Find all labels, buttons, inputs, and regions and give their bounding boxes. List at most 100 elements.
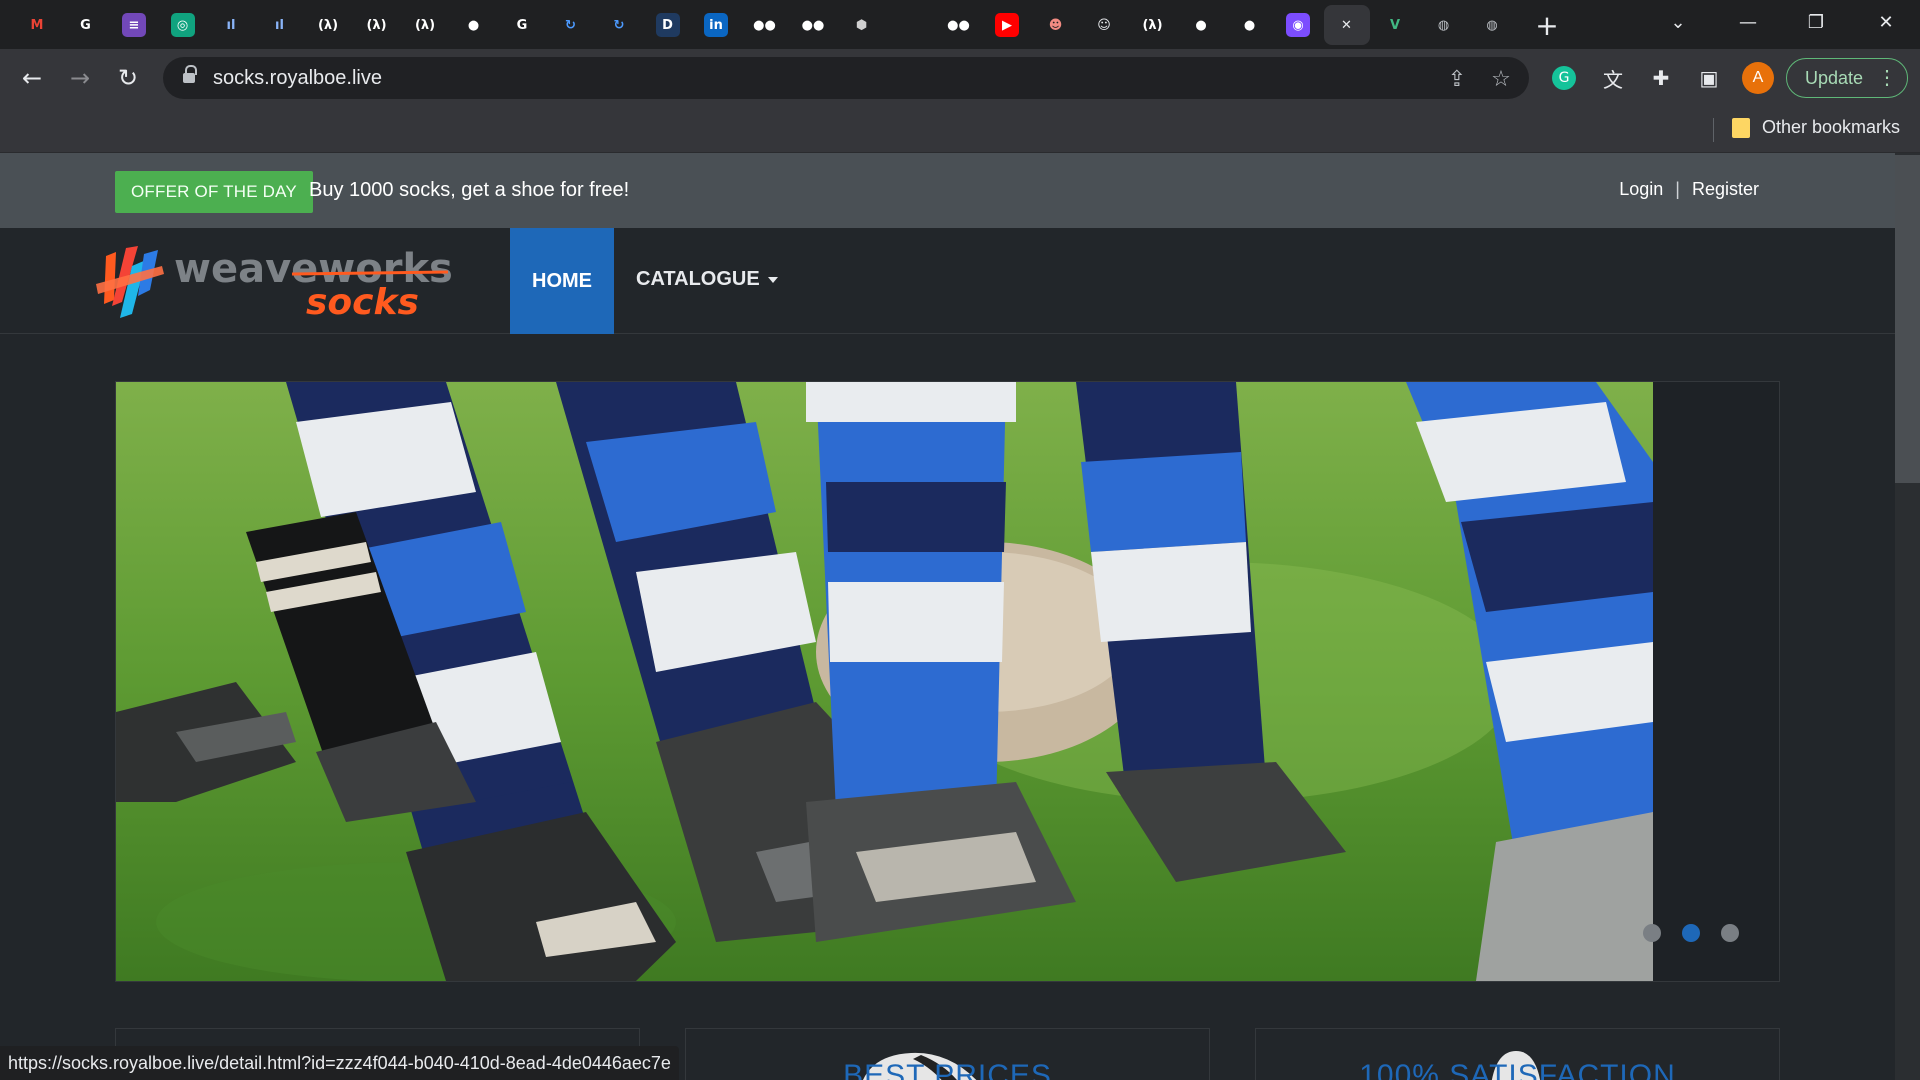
mascot-icon: ☺ <box>1097 17 1111 33</box>
linkedin-icon: in <box>704 13 728 37</box>
browser-tab[interactable]: ☺ <box>1081 5 1127 45</box>
browser-tab[interactable]: ● <box>451 5 497 45</box>
gmail-icon: M <box>30 17 44 33</box>
folder-icon <box>1732 117 1750 138</box>
login-link[interactable]: Login <box>1619 179 1663 200</box>
offer-of-the-day-badge[interactable]: OFFER OF THE DAY <box>115 171 313 213</box>
browser-tab[interactable]: D <box>645 5 691 45</box>
browser-toolbar: ← → ↻ socks.royalboe.live ⇪ ☆ G 文 ✚ ▣ A … <box>0 49 1920 107</box>
browser-tab[interactable]: ▶ <box>984 5 1030 45</box>
extensions-puzzle-icon[interactable]: ✚ <box>1645 62 1677 94</box>
browser-tab[interactable]: ıl <box>257 5 303 45</box>
nav-catalogue-label: CATALOGUE <box>636 268 760 290</box>
browser-tab[interactable]: V <box>1372 5 1418 45</box>
address-bar[interactable]: socks.royalboe.live ⇪ ☆ <box>163 57 1529 99</box>
auth-links: Login | Register <box>1619 179 1759 200</box>
browser-tab[interactable]: ☻ <box>1033 5 1079 45</box>
back-icon[interactable]: ← <box>14 60 50 96</box>
browser-tab[interactable]: ↻ <box>548 5 594 45</box>
logo-graphic: weaveworks socks <box>96 246 453 323</box>
restore-icon[interactable]: ❐ <box>1790 0 1842 44</box>
browser-tab[interactable]: ● <box>1227 5 1273 45</box>
cube-icon: ⬢ <box>855 17 868 33</box>
browser-tab[interactable]: ✕ <box>1323 5 1370 45</box>
bookmark-star-icon[interactable]: ☆ <box>1486 64 1516 94</box>
nav-home-label: HOME <box>532 269 592 292</box>
offer-topbar: OFFER OF THE DAY Buy 1000 socks, get a s… <box>0 153 1895 228</box>
globe-icon-2: ◍ <box>1486 17 1498 33</box>
carousel-dot-1[interactable] <box>1643 924 1661 942</box>
minimize-icon[interactable]: — <box>1722 0 1774 44</box>
hero-carousel[interactable] <box>115 381 1780 982</box>
menu-dots-icon[interactable]: ⋮ <box>1877 65 1897 90</box>
side-panel-icon[interactable]: ▣ <box>1693 62 1725 94</box>
medium-icon-3: ●● <box>947 17 970 33</box>
browser-tab[interactable]: (λ) <box>354 5 400 45</box>
browser-tab[interactable]: (λ) <box>402 5 448 45</box>
new-tab-icon[interactable]: + <box>1530 8 1564 42</box>
browser-tab[interactable] <box>887 5 933 45</box>
browser-tab[interactable]: ●● <box>742 5 788 45</box>
update-button[interactable]: Update ⋮ <box>1786 58 1908 98</box>
browser-tab[interactable]: ●● <box>936 5 982 45</box>
vue-icon: V <box>1389 17 1401 33</box>
browser-tab[interactable]: ◍ <box>1469 5 1515 45</box>
window-close-icon[interactable]: ✕ <box>1860 0 1912 44</box>
profile-avatar[interactable]: A <box>1742 62 1774 94</box>
analytics-icon: ıl <box>226 17 236 33</box>
feature-title-satisfaction: 100% SATISFACTION <box>1359 1059 1676 1080</box>
browser-tab[interactable]: M <box>14 5 60 45</box>
browser-tab[interactable]: ◎ <box>160 5 206 45</box>
register-link[interactable]: Register <box>1692 179 1759 200</box>
github-icon-3: ● <box>1243 17 1256 33</box>
lambda-icon-3: (λ) <box>414 17 436 33</box>
lambda-icon-2: (λ) <box>366 17 387 33</box>
github-icon-2: ● <box>1195 17 1207 33</box>
feature-card-satisfaction: 100% SATISFACTION <box>1255 1028 1780 1080</box>
google-icon: G <box>80 17 91 33</box>
tab-search-chevron-icon[interactable]: ⌄ <box>1652 0 1704 44</box>
browser-tab[interactable]: (λ) <box>1130 5 1176 45</box>
d-icon: D <box>655 13 680 37</box>
feature-card-best-prices: BEST PRICES <box>685 1028 1210 1080</box>
lock-icon[interactable] <box>183 65 197 84</box>
browser-tab[interactable]: ↻ <box>596 5 642 45</box>
browser-tab[interactable]: in <box>693 5 739 45</box>
share-icon[interactable]: ⇪ <box>1442 64 1472 94</box>
main-navbar: weaveworks socks HOME CATALOGUE <box>0 228 1895 334</box>
globe-icon: ◍ <box>1437 17 1450 33</box>
browser-tab[interactable]: (λ) <box>305 5 351 45</box>
other-bookmarks-folder[interactable]: Other bookmarks <box>1732 117 1900 138</box>
translate-extension-icon[interactable]: 文 <box>1597 62 1629 94</box>
close-icon[interactable]: ✕ <box>1335 13 1359 37</box>
chatgpt-icon: ◎ <box>170 13 195 37</box>
url-text[interactable]: socks.royalboe.live <box>213 67 382 90</box>
medium-icon-2: ●● <box>801 17 825 33</box>
browser-tab[interactable]: ◍ <box>1421 5 1467 45</box>
forward-icon[interactable]: → <box>62 60 98 96</box>
browser-tab[interactable]: ◉ <box>1275 5 1321 45</box>
grammarly-icon[interactable]: G <box>1548 62 1580 94</box>
analytics-icon-2: ıl <box>275 17 284 33</box>
browser-tab[interactable]: ≡ <box>111 5 157 45</box>
weaveworks-socks-logo[interactable]: weaveworks socks <box>92 244 453 323</box>
browser-tab[interactable]: ● <box>1178 5 1224 45</box>
page-scroll-thumb[interactable] <box>1895 155 1920 483</box>
update-label: Update <box>1805 67 1864 88</box>
browser-tab[interactable]: ıl <box>208 5 254 45</box>
nav-catalogue-dropdown[interactable]: CATALOGUE <box>636 268 778 291</box>
refresh-blue-icon: ↻ <box>565 17 576 33</box>
purple-app-icon: ◉ <box>1286 13 1310 37</box>
browser-tab[interactable]: ⬢ <box>839 5 885 45</box>
browser-tab[interactable]: ●● <box>790 5 836 45</box>
person-icon: ☻ <box>1048 17 1063 33</box>
carousel-dot-3[interactable] <box>1721 924 1739 942</box>
browser-tab[interactable]: G <box>63 5 109 45</box>
reload-icon[interactable]: ↻ <box>110 60 146 96</box>
nav-home-link[interactable]: HOME <box>510 228 614 334</box>
browser-tab[interactable]: G <box>499 5 545 45</box>
carousel-dot-2[interactable] <box>1682 924 1700 942</box>
refresh-blue-icon-2: ↻ <box>613 17 625 33</box>
other-bookmarks-label: Other bookmarks <box>1762 117 1901 137</box>
web-page: OFFER OF THE DAY Buy 1000 socks, get a s… <box>0 153 1895 1080</box>
